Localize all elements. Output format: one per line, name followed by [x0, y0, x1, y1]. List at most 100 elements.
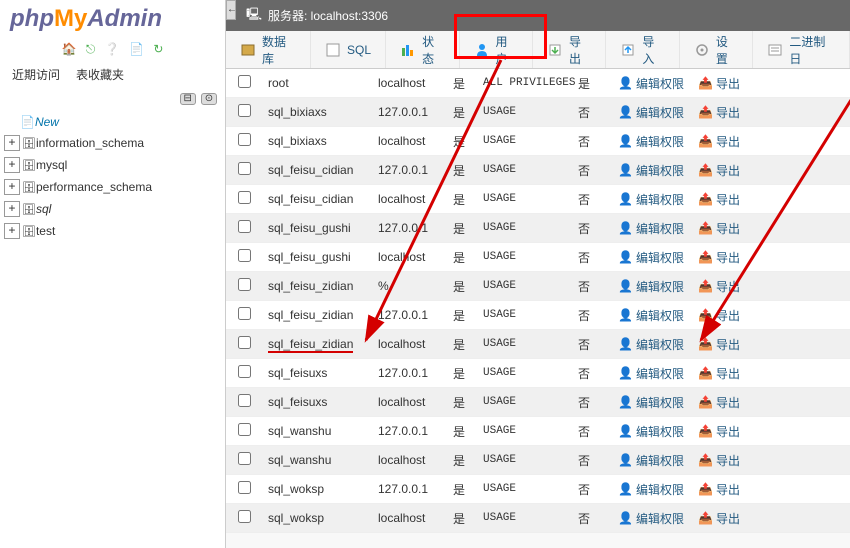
tab-db[interactable]: 数据库: [226, 31, 311, 68]
export-link[interactable]: 📤导出: [698, 365, 740, 382]
collapse-all-icon[interactable]: ⊟: [180, 93, 196, 105]
expand-icon[interactable]: +: [4, 201, 20, 217]
export-link[interactable]: 📤导出: [698, 394, 740, 411]
row-checkbox[interactable]: [238, 336, 251, 349]
tree-db-item[interactable]: + sql: [2, 198, 223, 220]
edit-privileges-link[interactable]: 👤编辑权限: [618, 510, 684, 527]
user-host: 127.0.0.1: [378, 221, 453, 235]
edit-privileges-link[interactable]: 👤编辑权限: [618, 394, 684, 411]
export-link[interactable]: 📤导出: [698, 423, 740, 440]
edit-privileges-link[interactable]: 👤编辑权限: [618, 481, 684, 498]
tree-db-item[interactable]: + test: [2, 220, 223, 242]
docs-icon[interactable]: ❔: [105, 42, 120, 56]
sql-icon: [325, 42, 341, 58]
export-icon: 📤: [698, 134, 713, 148]
export-link[interactable]: 📤导出: [698, 481, 740, 498]
user-row: root localhost 是 ALL PRIVILEGES 是 👤编辑权限 …: [226, 69, 850, 98]
tab-export[interactable]: 导出: [533, 31, 606, 68]
row-checkbox[interactable]: [238, 191, 251, 204]
edit-privileges-link[interactable]: 👤编辑权限: [618, 162, 684, 179]
db-label[interactable]: information_schema: [36, 136, 144, 150]
tab-binlog[interactable]: 二进制日: [753, 31, 850, 68]
edit-privileges-link[interactable]: 👤编辑权限: [618, 278, 684, 295]
export-link[interactable]: 📤导出: [698, 278, 740, 295]
logo[interactable]: phpMyAdmin: [0, 0, 225, 38]
export-link[interactable]: 📤导出: [698, 104, 740, 121]
row-checkbox[interactable]: [238, 278, 251, 291]
export-link[interactable]: 📤导出: [698, 191, 740, 208]
tab-settings[interactable]: 设置: [680, 31, 753, 68]
tab-status[interactable]: 状态: [386, 31, 459, 68]
tree-new[interactable]: 📄 New: [2, 112, 223, 132]
breadcrumb: 🖳 服务器: localhost:3306: [226, 0, 850, 31]
user-host: localhost: [378, 337, 453, 351]
edit-privileges-link[interactable]: 👤编辑权限: [618, 336, 684, 353]
db-label[interactable]: mysql: [36, 158, 67, 172]
user-grant: 否: [578, 278, 618, 295]
db-label[interactable]: performance_schema: [36, 180, 152, 194]
reload-icon[interactable]: ↻: [153, 42, 163, 56]
row-checkbox[interactable]: [238, 394, 251, 407]
edit-privileges-link[interactable]: 👤编辑权限: [618, 452, 684, 469]
tab-user[interactable]: 用户: [460, 31, 533, 68]
export-icon: 📤: [698, 453, 713, 467]
user-row: sql_feisu_zidian % 是 USAGE 否 👤编辑权限 📤导出: [226, 272, 850, 301]
export-link[interactable]: 📤导出: [698, 133, 740, 150]
edit-privileges-link[interactable]: 👤编辑权限: [618, 307, 684, 324]
link-icon[interactable]: ⊙: [201, 93, 217, 105]
edit-privileges-link[interactable]: 👤编辑权限: [618, 423, 684, 440]
row-checkbox[interactable]: [238, 104, 251, 117]
export-link[interactable]: 📤导出: [698, 162, 740, 179]
tab-import[interactable]: 导入: [606, 31, 679, 68]
export-link[interactable]: 📤导出: [698, 75, 740, 92]
export-link[interactable]: 📤导出: [698, 249, 740, 266]
edit-privileges-link[interactable]: 👤编辑权限: [618, 133, 684, 150]
export-link[interactable]: 📤导出: [698, 220, 740, 237]
export-icon: 📤: [698, 163, 713, 177]
db-icon: [22, 202, 36, 216]
edit-privileges-link[interactable]: 👤编辑权限: [618, 220, 684, 237]
home-icon[interactable]: 🏠: [62, 42, 77, 56]
logout-icon[interactable]: ⎋: [86, 42, 96, 57]
export-link[interactable]: 📤导出: [698, 307, 740, 324]
expand-icon[interactable]: +: [4, 135, 20, 151]
edit-privileges-link[interactable]: 👤编辑权限: [618, 75, 684, 92]
edit-privileges-link[interactable]: 👤编辑权限: [618, 191, 684, 208]
sql-icon[interactable]: 📄: [129, 42, 144, 56]
user-icon: 👤: [618, 192, 633, 206]
export-link[interactable]: 📤导出: [698, 336, 740, 353]
row-checkbox[interactable]: [238, 162, 251, 175]
export-link[interactable]: 📤导出: [698, 452, 740, 469]
expand-icon[interactable]: +: [4, 157, 20, 173]
edit-privileges-link[interactable]: 👤编辑权限: [618, 104, 684, 121]
user-row: sql_woksp 127.0.0.1 是 USAGE 否 👤编辑权限 📤导出: [226, 475, 850, 504]
tree-db-item[interactable]: + mysql: [2, 154, 223, 176]
expand-icon[interactable]: +: [4, 223, 20, 239]
export-icon: 📤: [698, 308, 713, 322]
db-label[interactable]: test: [36, 224, 55, 238]
edit-privileges-link[interactable]: 👤编辑权限: [618, 249, 684, 266]
row-checkbox[interactable]: [238, 220, 251, 233]
sidebar: phpMyAdmin 🏠 ⎋ ❔ 📄 ↻ 近期访问 表收藏夹 ⊟ ⊙ 📄 New…: [0, 0, 225, 548]
row-checkbox[interactable]: [238, 75, 251, 88]
row-checkbox[interactable]: [238, 249, 251, 262]
db-label[interactable]: sql: [36, 202, 51, 216]
row-checkbox[interactable]: [238, 423, 251, 436]
row-checkbox[interactable]: [238, 452, 251, 465]
tab-sql[interactable]: SQL: [311, 31, 386, 68]
recent-tab[interactable]: 近期访问: [4, 63, 68, 86]
row-checkbox[interactable]: [238, 365, 251, 378]
export-link[interactable]: 📤导出: [698, 510, 740, 527]
row-checkbox[interactable]: [238, 307, 251, 320]
row-checkbox[interactable]: [238, 481, 251, 494]
expand-icon[interactable]: +: [4, 179, 20, 195]
server-label[interactable]: 服务器: localhost:3306: [268, 7, 388, 24]
user-host: %: [378, 279, 453, 293]
favorites-tab[interactable]: 表收藏夹: [68, 63, 132, 86]
row-checkbox[interactable]: [238, 510, 251, 523]
edit-privileges-link[interactable]: 👤编辑权限: [618, 365, 684, 382]
collapse-sidebar-button[interactable]: ←: [226, 0, 236, 20]
tree-db-item[interactable]: + performance_schema: [2, 176, 223, 198]
row-checkbox[interactable]: [238, 133, 251, 146]
tree-db-item[interactable]: + information_schema: [2, 132, 223, 154]
